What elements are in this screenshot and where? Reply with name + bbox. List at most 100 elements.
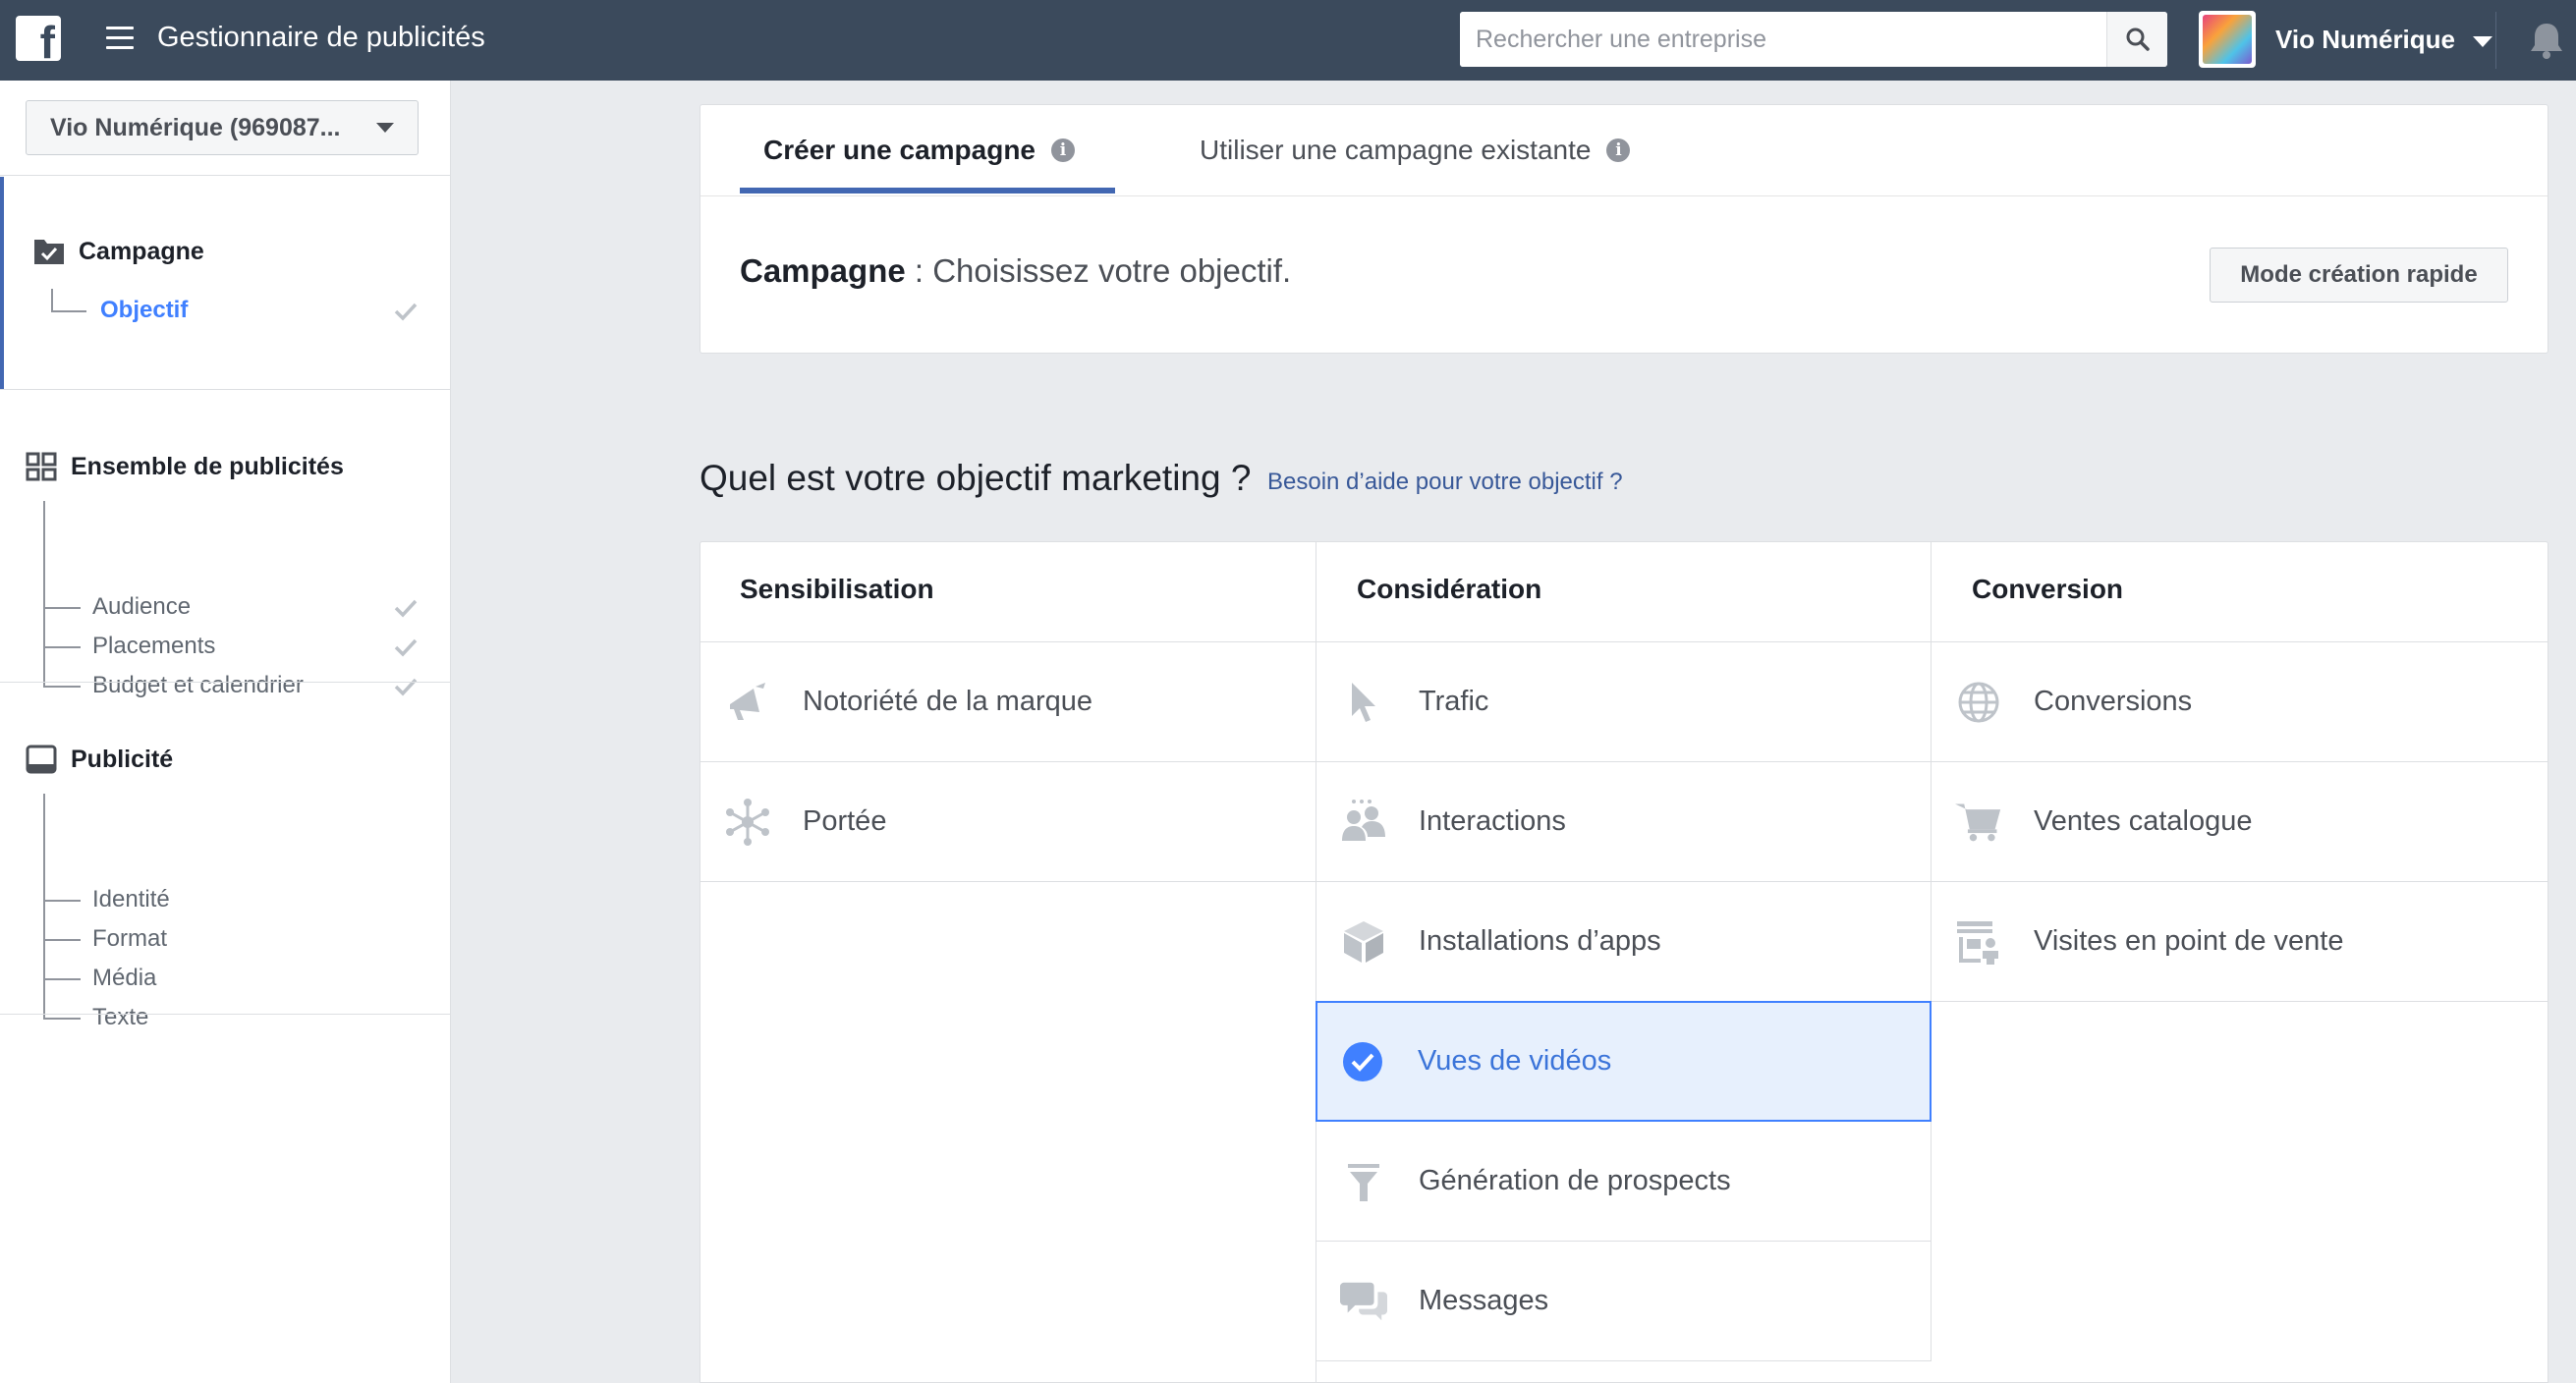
search-button[interactable]	[2106, 12, 2167, 67]
sidebar-divider	[0, 175, 451, 176]
app-title: Gestionnaire de publicités	[157, 22, 485, 53]
objective-reach[interactable]: Portée	[700, 762, 1316, 881]
tree-connector	[51, 289, 86, 312]
reach-icon	[724, 798, 771, 846]
cart-icon	[1955, 799, 2002, 846]
sidebar: Vio Numérique (969087... Campagne Object…	[0, 81, 451, 1383]
objective-question: Quel est votre objectif marketing ?	[700, 458, 1252, 498]
ad-monitor-icon	[26, 745, 57, 774]
account-switcher[interactable]: Vio Numérique	[2199, 10, 2493, 69]
sidebar-divider	[0, 682, 451, 683]
facebook-logo-icon[interactable]: f	[16, 16, 61, 61]
objective-conversions[interactable]: Conversions	[1932, 642, 2548, 761]
objective-label: Portée	[803, 805, 887, 837]
sidebar-item-media[interactable]: Média	[92, 965, 156, 992]
tab-existing-campaign[interactable]: Utiliser une campagne existante i	[1200, 105, 1631, 195]
column-header-conversion: Conversion	[1972, 574, 2124, 604]
objective-label: Trafic	[1419, 686, 1489, 717]
objective-grid: Sensibilisation Considération Conversion…	[700, 541, 2548, 1383]
sidebar-item-audience[interactable]: Audience	[92, 593, 191, 621]
objective-help-link[interactable]: Besoin d’aide pour votre objectif ?	[1267, 469, 1623, 496]
sidebar-section-label: Ensemble de publicités	[71, 452, 344, 480]
tree-connector	[43, 501, 45, 688]
globe-icon	[1955, 679, 2002, 726]
row-divider	[1316, 1360, 1931, 1361]
topbar-divider	[2495, 12, 2496, 69]
tree-connector	[43, 978, 81, 980]
box-icon	[1340, 918, 1387, 966]
objective-video-views[interactable]: Vues de vidéos	[1316, 1001, 1932, 1122]
tree-connector	[43, 939, 81, 941]
folder-check-icon	[34, 239, 64, 264]
panel-divider	[700, 195, 2548, 196]
account-name: Vio Numérique	[2275, 24, 2456, 54]
people-icon	[1340, 799, 1387, 846]
sidebar-item-format[interactable]: Format	[92, 925, 167, 953]
objective-traffic[interactable]: Trafic	[1316, 642, 1931, 761]
search-box	[1460, 12, 2167, 67]
objective-label: Visites en point de vente	[2034, 925, 2344, 957]
check-icon	[394, 638, 418, 657]
active-tab-underline	[740, 188, 1115, 194]
sidebar-divider	[0, 389, 451, 390]
ad-account-label: Vio Numérique (969087...	[50, 113, 341, 141]
objective-messages[interactable]: Messages	[1316, 1242, 1931, 1360]
tree-connector	[43, 900, 81, 902]
store-icon	[1955, 918, 2002, 966]
tree-connector	[43, 646, 81, 648]
active-section-indicator	[0, 177, 4, 389]
campaign-heading-bold: Campagne	[740, 252, 906, 289]
objective-lead-generation[interactable]: Génération de prospects	[1316, 1122, 1931, 1241]
search-icon	[2126, 28, 2150, 51]
check-icon	[394, 303, 418, 321]
objective-label: Messages	[1419, 1285, 1549, 1316]
sidebar-item-identity[interactable]: Identité	[92, 886, 170, 913]
sidebar-section-label: Publicité	[71, 745, 174, 773]
account-avatar	[2199, 11, 2256, 68]
tree-connector	[43, 686, 81, 688]
objective-label: Installations d’apps	[1419, 925, 1661, 957]
chat-bubbles-icon	[1340, 1278, 1387, 1325]
check-icon	[394, 599, 418, 618]
sidebar-item-objective[interactable]: Objectif	[100, 297, 188, 324]
tab-create-campaign[interactable]: Créer une campagne i	[763, 105, 1075, 195]
column-header-awareness: Sensibilisation	[740, 574, 934, 604]
objective-app-installs[interactable]: Installations d’apps	[1316, 882, 1931, 1001]
campaign-panel: Créer une campagne i Utiliser une campag…	[700, 104, 2548, 354]
tree-connector	[43, 794, 45, 1020]
sidebar-section-label: Campagne	[79, 238, 204, 265]
objective-label: Interactions	[1419, 805, 1566, 837]
bell-icon[interactable]	[2529, 22, 2564, 59]
tab-label: Utiliser une campagne existante	[1200, 135, 1592, 165]
sidebar-section-campaign[interactable]: Campagne	[33, 238, 204, 266]
sidebar-item-placements[interactable]: Placements	[92, 633, 215, 660]
objective-brand-awareness[interactable]: Notoriété de la marque	[700, 642, 1316, 761]
objective-label: Vues de vidéos	[1418, 1045, 1612, 1077]
info-icon[interactable]: i	[1606, 138, 1631, 162]
sidebar-section-ad-set[interactable]: Ensemble de publicités	[26, 452, 344, 481]
quick-creation-button[interactable]: Mode création rapide	[2210, 248, 2508, 303]
objective-label: Notoriété de la marque	[803, 686, 1092, 717]
info-icon[interactable]: i	[1051, 138, 1075, 162]
tree-connector	[43, 1018, 81, 1020]
sidebar-item-text[interactable]: Texte	[92, 1004, 148, 1031]
search-input[interactable]	[1460, 12, 2106, 67]
column-header-consideration: Considération	[1357, 574, 1542, 604]
cursor-icon	[1340, 679, 1387, 726]
megaphone-icon	[724, 679, 771, 726]
chevron-down-icon	[376, 123, 394, 133]
chevron-down-icon	[2473, 35, 2493, 47]
objective-label: Ventes catalogue	[2034, 805, 2253, 837]
objective-engagement[interactable]: Interactions	[1316, 762, 1931, 881]
objective-label: Génération de prospects	[1419, 1165, 1731, 1196]
ad-account-select[interactable]: Vio Numérique (969087...	[26, 100, 419, 155]
menu-icon[interactable]	[106, 27, 134, 50]
objective-catalog-sales[interactable]: Ventes catalogue	[1932, 762, 2548, 881]
check-icon	[394, 678, 418, 696]
objective-label: Conversions	[2034, 686, 2193, 717]
objective-store-visits[interactable]: Visites en point de vente	[1932, 882, 2548, 1001]
tree-connector	[43, 607, 81, 609]
sidebar-section-ad[interactable]: Publicité	[26, 745, 173, 774]
sidebar-item-budget[interactable]: Budget et calendrier	[92, 672, 304, 699]
grid-icon	[26, 452, 57, 481]
